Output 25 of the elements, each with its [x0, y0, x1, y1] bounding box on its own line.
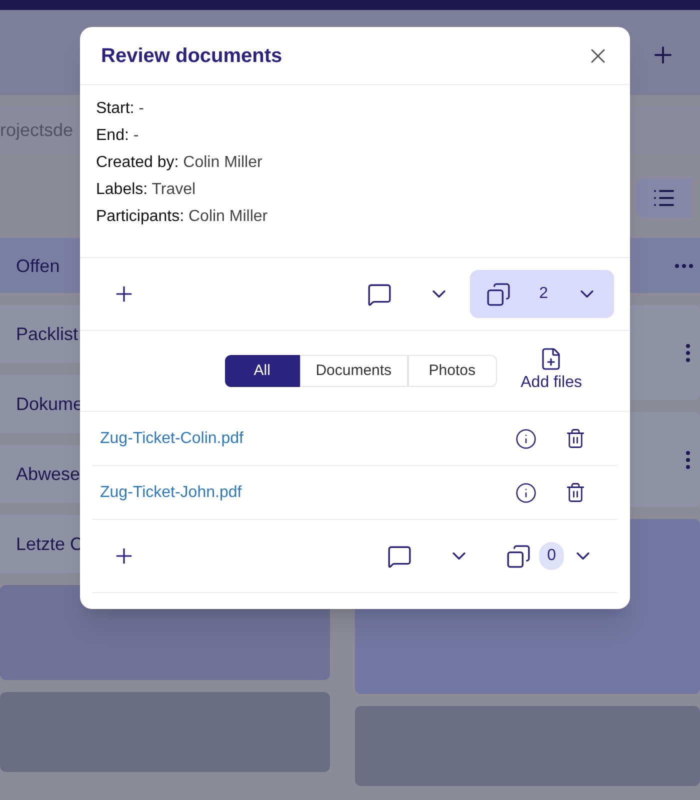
trash-icon[interactable] [565, 482, 586, 503]
trash-icon[interactable] [565, 428, 586, 449]
list-view-button[interactable] [636, 178, 692, 218]
documents-button[interactable]: 2 [470, 270, 614, 318]
dialog-title: Review documents [101, 44, 282, 68]
file-link[interactable]: Zug-Ticket-Colin.pdf [100, 426, 515, 450]
detail-line: Start: - [96, 99, 144, 119]
detail-line: End: - [96, 126, 139, 146]
documents-count: 2 [538, 284, 549, 304]
file-link[interactable]: Zug-Ticket-John.pdf [100, 480, 515, 504]
comment-icon [387, 544, 412, 568]
filter-tab[interactable]: Photos [408, 355, 497, 387]
documents-button[interactable]: 0 [490, 532, 610, 580]
detail-line: Participants: Colin Miller [96, 207, 268, 227]
comment-icon [367, 282, 392, 306]
detail-line: Labels: Travel [96, 180, 196, 200]
info-icon[interactable] [515, 428, 537, 450]
documents-icon [486, 282, 512, 306]
filter-tab[interactable]: Documents [300, 355, 408, 387]
documents-count: 0 [539, 542, 564, 570]
info-icon[interactable] [515, 482, 537, 504]
add-files-button[interactable]: Add files [520, 347, 582, 395]
documents-icon [506, 544, 532, 568]
filter-tab[interactable]: All [224, 355, 300, 387]
detail-line: Created by: Colin Miller [96, 153, 262, 173]
